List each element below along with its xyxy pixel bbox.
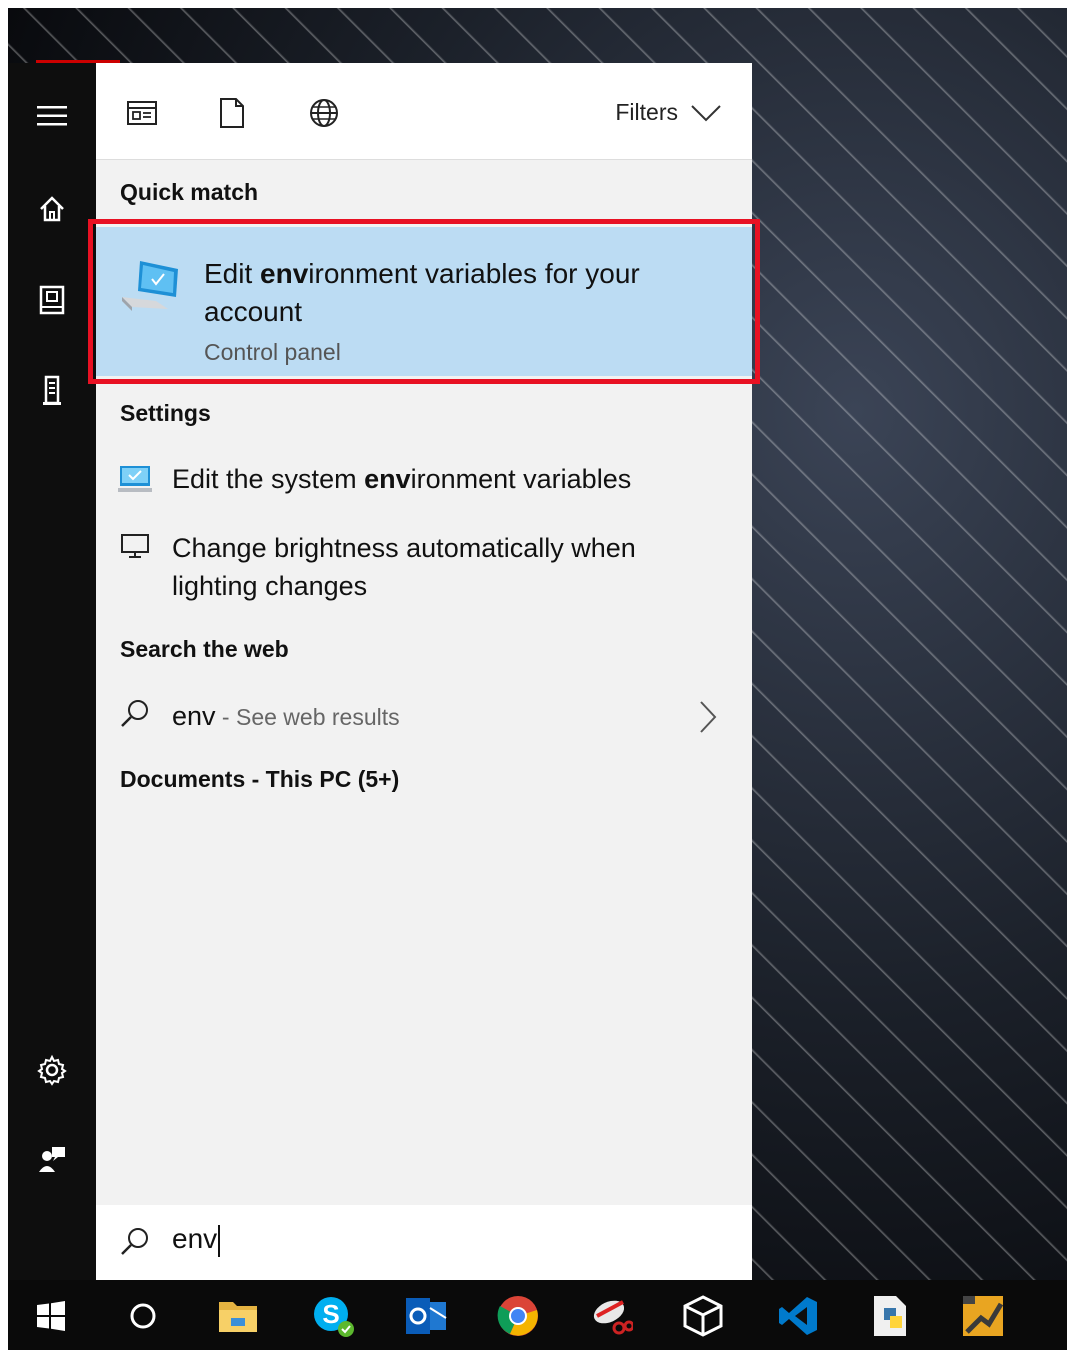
apps-filter-icon[interactable]	[124, 95, 160, 131]
chevron-right-icon[interactable]	[698, 700, 718, 738]
monitor-icon	[118, 529, 152, 563]
devices-icon[interactable]	[32, 371, 72, 411]
control-panel-icon	[118, 257, 182, 315]
app-icon[interactable]	[960, 1293, 1006, 1339]
quick-match-title: Edit environment variables for your acco…	[204, 258, 640, 327]
notebook-icon[interactable]	[32, 280, 72, 320]
search-icon	[118, 697, 152, 731]
snipping-tool-icon[interactable]	[588, 1293, 634, 1339]
windows-start-icon[interactable]	[28, 1293, 74, 1339]
quick-match-background: Edit environment variables for your acco…	[96, 227, 752, 376]
section-quick-match: Quick match	[120, 179, 259, 205]
filters-button[interactable]: Filters	[615, 99, 722, 126]
web-filter-icon[interactable]	[306, 95, 342, 131]
web-result[interactable]: env - See web results	[172, 697, 400, 736]
svg-text:S: S	[322, 1299, 339, 1329]
settings-item-system-env[interactable]: Edit the system environment variables	[172, 460, 631, 498]
start-rail	[8, 63, 96, 1280]
taskbar: S	[8, 1280, 1067, 1350]
cortana-icon[interactable]	[120, 1293, 166, 1339]
documents-filter-icon[interactable]	[214, 95, 250, 131]
search-results-panel: Filters Quick match Edit environment var…	[88, 63, 760, 1280]
section-search-web: Search the web	[120, 636, 289, 662]
file-explorer-icon[interactable]	[215, 1293, 261, 1339]
search-box-icon	[118, 1225, 152, 1259]
vscode-icon[interactable]	[775, 1293, 821, 1339]
home-icon[interactable]	[32, 189, 72, 229]
skype-icon[interactable]: S	[310, 1293, 356, 1339]
section-documents[interactable]: Documents - This PC (5+)	[120, 766, 399, 793]
system-properties-icon	[118, 462, 152, 496]
chrome-icon[interactable]	[495, 1293, 541, 1339]
settings-item-brightness[interactable]: Change brightness automatically when lig…	[172, 529, 692, 605]
filter-bar: Filters	[96, 63, 752, 160]
text-caret	[218, 1224, 221, 1257]
quick-match-result[interactable]: Edit environment variables for your acco…	[88, 219, 760, 384]
feedback-icon[interactable]	[32, 1139, 72, 1179]
virtualbox-icon[interactable]	[680, 1293, 726, 1339]
outlook-icon[interactable]	[403, 1293, 449, 1339]
search-input[interactable]: env	[172, 1223, 221, 1257]
section-settings: Settings	[120, 400, 211, 426]
chevron-down-icon	[691, 104, 721, 121]
search-box[interactable]: env	[96, 1205, 752, 1280]
filters-label: Filters	[615, 99, 678, 125]
python-icon[interactable]	[868, 1293, 914, 1339]
settings-icon[interactable]	[32, 1050, 72, 1090]
menu-icon[interactable]	[32, 96, 72, 136]
quick-match-subtitle: Control panel	[204, 339, 341, 365]
